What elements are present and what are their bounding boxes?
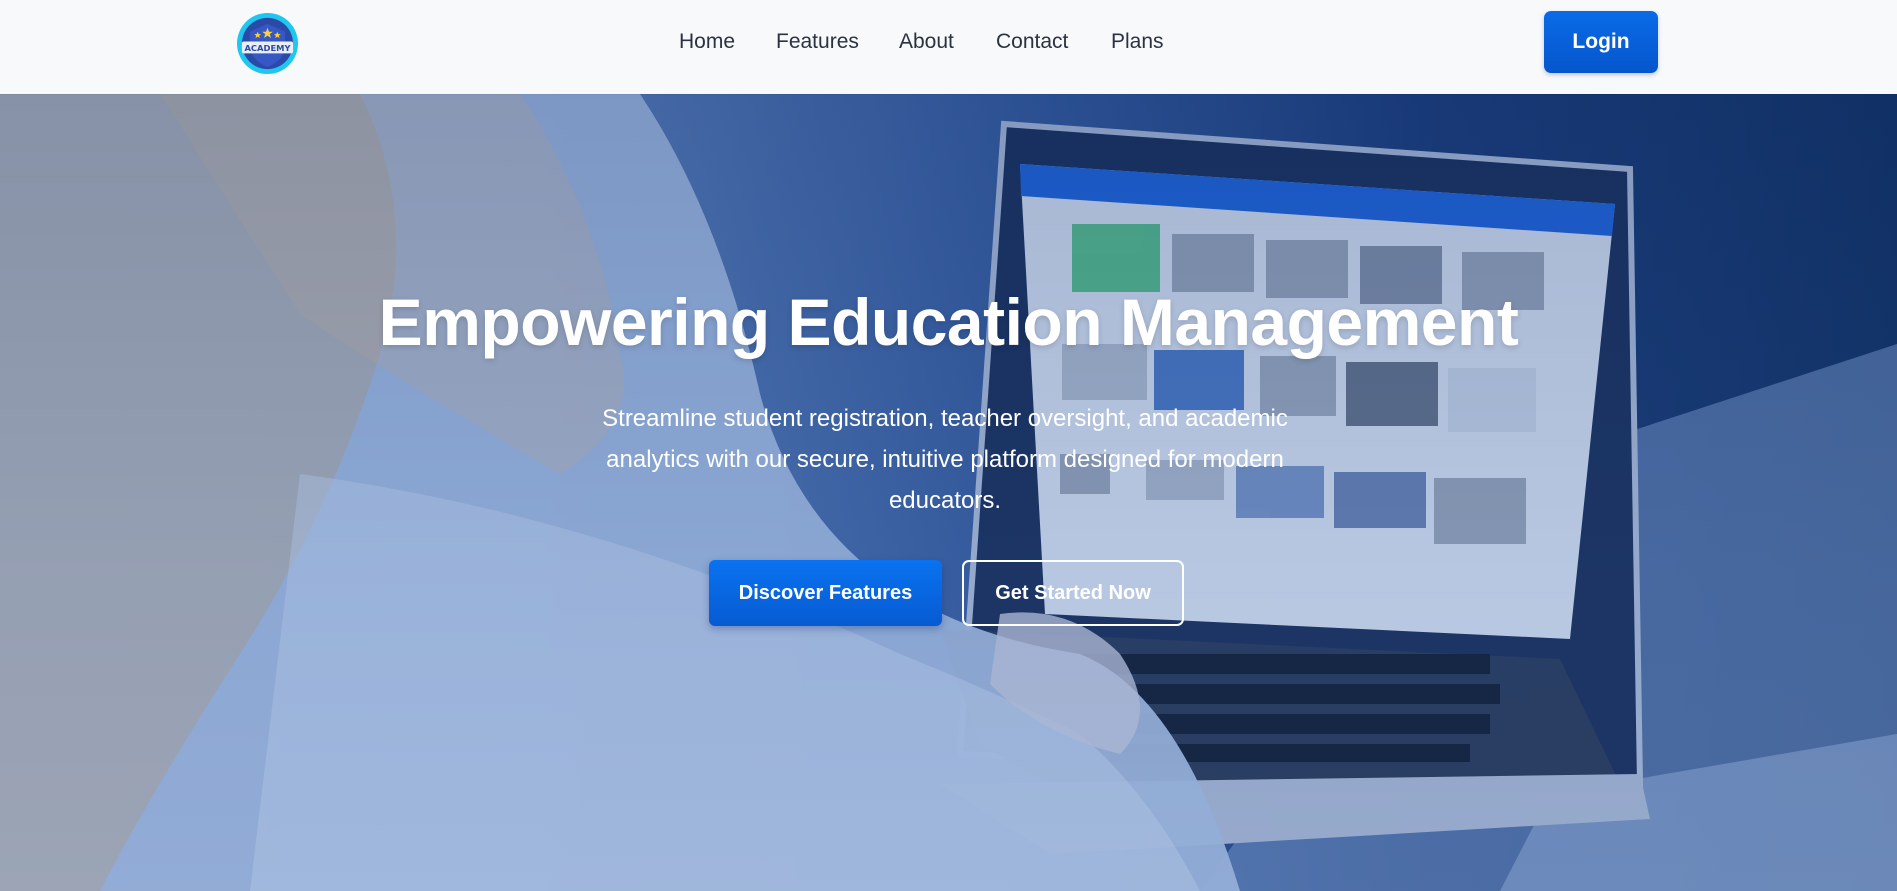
nav-features[interactable]: Features bbox=[776, 28, 859, 56]
nav-contact[interactable]: Contact bbox=[996, 28, 1068, 56]
logo-text: ACADEMY bbox=[244, 43, 291, 53]
hero-section: Empowering Education Management Streamli… bbox=[0, 94, 1897, 891]
nav-about[interactable]: About bbox=[899, 28, 954, 56]
nav-home[interactable]: Home bbox=[679, 28, 735, 56]
nav-plans[interactable]: Plans bbox=[1111, 28, 1164, 56]
site-header: ACADEMY Home Features About Contact Plan… bbox=[0, 0, 1897, 94]
login-button[interactable]: Login bbox=[1544, 11, 1658, 73]
hero-title: Empowering Education Management bbox=[378, 285, 1519, 359]
get-started-button[interactable]: Get Started Now bbox=[962, 560, 1184, 626]
discover-features-button[interactable]: Discover Features bbox=[709, 560, 942, 626]
academy-logo[interactable]: ACADEMY bbox=[236, 12, 299, 75]
hero-subtitle: Streamline student registration, teacher… bbox=[602, 405, 1288, 514]
